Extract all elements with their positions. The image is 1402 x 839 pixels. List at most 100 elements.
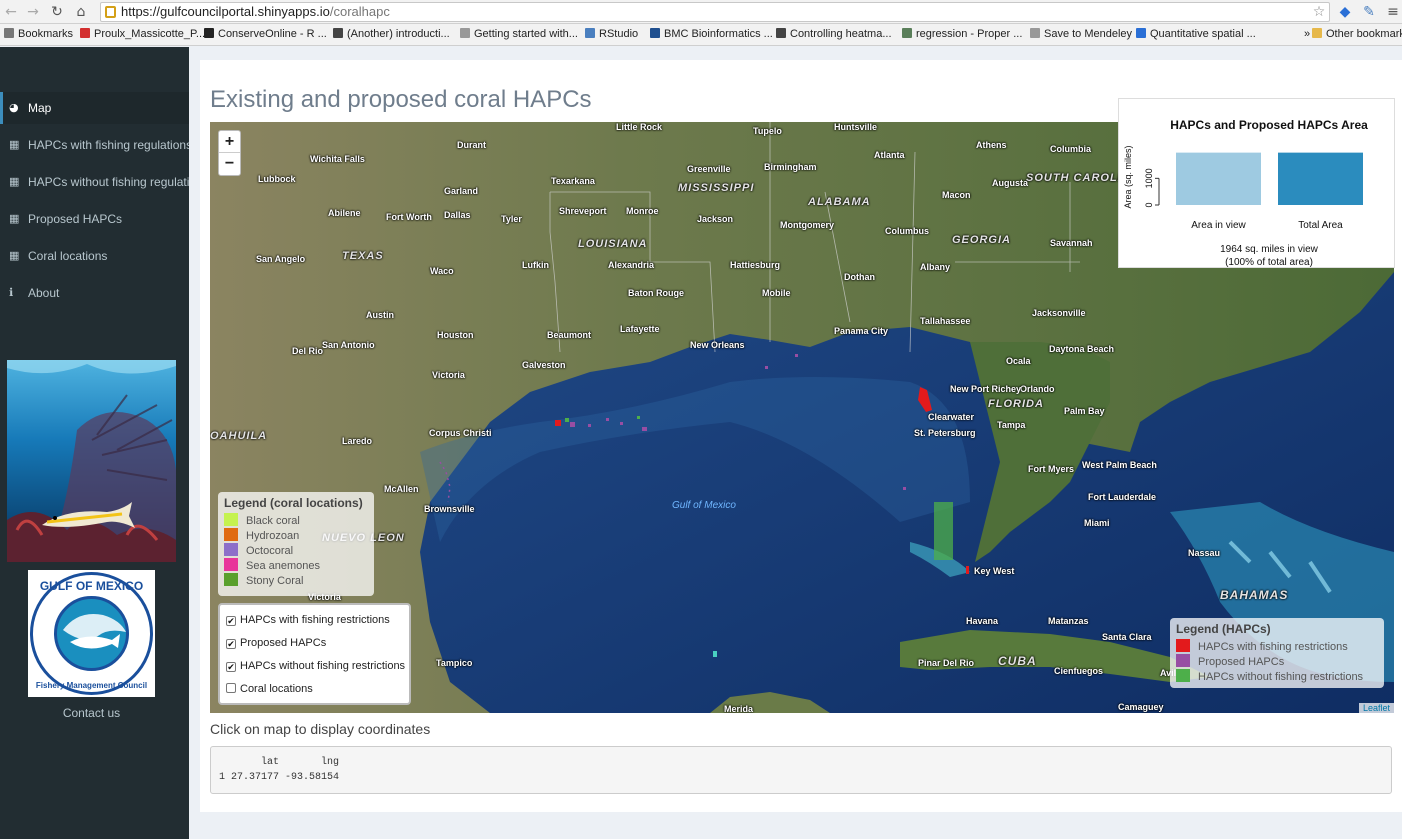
bookmark-item[interactable]: Quantitative spatial ... (1136, 28, 1256, 40)
bookmark-item[interactable]: Save to Mendeley (1030, 28, 1132, 40)
hapc-polygon[interactable] (555, 420, 561, 426)
coords-row: 1 27.37177 -93.58154 (219, 772, 340, 783)
bookmark-item[interactable]: Proulx_Massicotte_P... (80, 28, 205, 40)
coral-legend: Legend (coral locations) Black coral Hydr… (218, 492, 374, 596)
bookmark-icon (333, 28, 343, 38)
map-city-label: Monroe (626, 206, 659, 216)
zoom-out-button[interactable]: − (219, 153, 240, 175)
map-city-label: Corpus Christi (429, 428, 492, 438)
map-city-label: Pinar Del Rio (918, 658, 975, 668)
forward-icon[interactable]: → (24, 3, 42, 21)
layer-toggle[interactable]: ✔ Proposed HAPCs (226, 632, 403, 655)
hapc-polygon[interactable] (934, 502, 953, 560)
star-icon[interactable]: ☆ (1310, 3, 1328, 21)
map-city-label: McAllen (384, 484, 419, 494)
hapc-polygon[interactable] (903, 487, 906, 490)
zoom-in-button[interactable]: + (219, 131, 240, 153)
bar-area-in-view (1176, 152, 1261, 205)
bookmark-item[interactable]: RStudio (585, 28, 638, 40)
gulf-council-logo[interactable]: GULF OF MEXICO Fishery Management Counci… (28, 570, 155, 697)
layer-toggle[interactable]: ✔ HAPCs without fishing restrictions (226, 655, 405, 678)
map-city-label: Cienfuegos (1054, 666, 1104, 676)
legend-label: HAPCs without fishing restrictions (1198, 671, 1364, 683)
map-city-label: Birmingham (764, 162, 817, 172)
bookmark-item[interactable]: regression - Proper ... (902, 28, 1022, 40)
hapc-polygon[interactable] (642, 427, 647, 431)
map-city-label: Havana (966, 616, 999, 626)
hapc-polygon[interactable] (588, 424, 591, 427)
leaflet-attribution-link[interactable]: Leaflet (1358, 703, 1394, 713)
bookmark-item[interactable]: Controlling heatma... (776, 28, 892, 40)
contact-link[interactable]: Contact us (0, 706, 183, 720)
map-region-label: CUBA (998, 654, 1037, 668)
map-city-label: Beaumont (547, 330, 592, 340)
hapc-polygon[interactable] (637, 416, 640, 419)
layer-checkbox[interactable]: ✔ (226, 616, 236, 626)
map-city-label: Lufkin (522, 260, 549, 270)
hapc-polygon[interactable] (606, 418, 609, 421)
layer-checkbox[interactable]: ✔ (226, 639, 236, 649)
map-city-label: Merida (724, 704, 754, 713)
bookmark-item[interactable]: (Another) introducti... (333, 28, 450, 40)
layer-control: ✔ HAPCs with fishing restrictions ✔ Propose… (218, 603, 411, 705)
browser-address-bar: ← → ↻ ⌂ https://gulfcouncilportal.shinya… (0, 0, 1402, 24)
map-city-label: Lubbock (258, 174, 296, 184)
sidebar-item-hapcs-with-fishing-regulations[interactable]: ▦ HAPCs with fishing regulations (0, 129, 189, 161)
map-city-label: Mobile (762, 288, 791, 298)
sidebar-item-coral-locations[interactable]: ▦ Coral locations (0, 240, 189, 272)
legend-row: HAPCs without fishing restrictions (1176, 669, 1378, 684)
bookmark-item[interactable]: Bookmarks (4, 28, 73, 40)
home-icon[interactable]: ⌂ (72, 3, 90, 21)
bookmark-item[interactable]: Other bookmarks (1312, 28, 1402, 40)
bookmark-item[interactable]: BMC Bioinformatics ... (650, 28, 773, 40)
sidebar-item-about[interactable]: ℹ About (0, 277, 189, 309)
bookmark-item[interactable]: ConserveOnline - R ... (204, 28, 327, 40)
bookmark-item[interactable]: Getting started with... (460, 28, 578, 40)
bookmark-icon (1136, 28, 1146, 38)
hapc-polygon[interactable] (795, 354, 798, 357)
map-city-label: Dothan (844, 272, 875, 282)
sidebar-item-proposed-hapcs[interactable]: ▦ Proposed HAPCs (0, 203, 189, 235)
hapc-polygon[interactable] (713, 651, 717, 657)
map-city-label: Galveston (522, 360, 566, 370)
map-city-label: Augusta (992, 178, 1028, 188)
bookmark-label: BMC Bioinformatics ... (664, 28, 773, 40)
menu-icon[interactable]: ≡ (1384, 3, 1402, 21)
hapc-polygon[interactable] (620, 422, 623, 425)
map-city-label: Greenville (687, 164, 731, 174)
back-icon[interactable]: ← (2, 3, 20, 21)
bookmark-label: regression - Proper ... (916, 28, 1023, 40)
map-city-label: San Angelo (256, 254, 306, 264)
extension-icon[interactable]: ◆ (1336, 3, 1354, 21)
extension-icon[interactable]: ✎ (1360, 3, 1378, 21)
bookmark-item[interactable]: » (1290, 28, 1310, 40)
map-city-label: Daytona Beach (1049, 344, 1115, 354)
map-city-label: Fort Myers (1028, 464, 1075, 474)
reload-icon[interactable]: ↻ (48, 3, 66, 21)
map-city-label: New Orleans (690, 340, 745, 350)
url-host: https://gulfcouncilportal.shinyapps.io (121, 4, 330, 19)
map-region-label: MISSISSIPPI (678, 182, 755, 194)
hapc-polygon[interactable] (966, 566, 969, 574)
hapc-polygon[interactable] (570, 422, 575, 427)
sidebar-item-hapcs-without-fishing-regulations[interactable]: ▦ HAPCs without fishing regulations (0, 166, 189, 198)
layer-checkbox[interactable] (226, 683, 236, 693)
map-city-label: Clearwater (928, 412, 975, 422)
bookmark-icon (776, 28, 786, 38)
map-region-label: TEXAS (342, 250, 384, 262)
layer-toggle[interactable]: ✔ HAPCs with fishing restrictions (226, 609, 403, 632)
map-city-label: Panama City (834, 326, 889, 336)
layer-label: HAPCs with fishing restrictions (240, 614, 390, 626)
bookmark-label: Getting started with... (474, 28, 578, 40)
coords-label: Click on map to display coordinates (210, 721, 431, 737)
map-city-label: Atlanta (874, 150, 905, 160)
hapc-polygon[interactable] (765, 366, 768, 369)
map-region-label: BAHAMAS (1220, 588, 1289, 602)
layer-checkbox[interactable]: ✔ (226, 662, 236, 672)
sidebar-item-map[interactable]: ◕ Map (0, 92, 189, 124)
layer-toggle[interactable]: Coral locations (226, 678, 403, 701)
bookmarks-bar: Bookmarks Proulx_Massicotte_P... ConserveO… (0, 24, 1402, 46)
url-field[interactable]: https://gulfcouncilportal.shinyapps.io/c… (100, 2, 1330, 22)
hapc-polygon[interactable] (565, 418, 569, 422)
area-chart-panel: HAPCs and Proposed HAPCs Area 0 1000 Area (… (1118, 98, 1395, 268)
